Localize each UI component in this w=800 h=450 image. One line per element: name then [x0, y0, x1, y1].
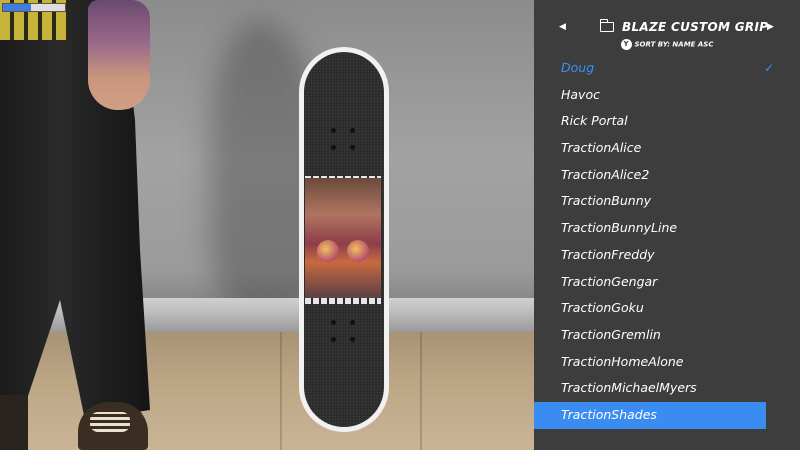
grip-list-item[interactable]: TractionAlice2 — [534, 162, 800, 189]
grip-item-label: TractionFreddy — [561, 246, 655, 262]
grip-item-label: TractionMichaelMyers — [561, 380, 697, 396]
truck-bolt — [350, 320, 355, 325]
hud-meter-fill — [3, 4, 31, 11]
grip-logo-strip — [305, 298, 381, 304]
sunglasses-lens — [347, 240, 369, 262]
sort-control[interactable]: Y SORT BY: NAME ASC — [534, 39, 800, 53]
grip-list-item[interactable]: TractionFreddy — [534, 242, 800, 269]
grip-list-item[interactable]: TractionGengar — [534, 269, 800, 296]
panel-header: ◀ BLAZE CUSTOM GRIP ▶ — [534, 14, 800, 40]
grip-item-label: TractionAlice2 — [561, 166, 650, 182]
grip-item-label: TractionGremlin — [561, 326, 661, 342]
grip-item-label: Rick Portal — [561, 113, 628, 129]
grip-list-item[interactable]: TractionBunny — [534, 188, 800, 215]
game-viewport — [0, 0, 534, 450]
grip-list-item[interactable]: Havoc — [534, 82, 800, 109]
shoe-laces — [90, 412, 130, 432]
grip-list-item[interactable]: TractionGremlin — [534, 322, 800, 349]
grip-list-item[interactable]: TractionShades — [534, 401, 766, 429]
chevron-left-icon[interactable]: ◀ — [559, 14, 566, 40]
truck-bolt — [331, 320, 336, 325]
grip-artwork-shades — [305, 178, 381, 298]
grip-list-item[interactable]: TractionGoku — [534, 295, 800, 322]
grip-item-label: TractionHomeAlone — [561, 353, 684, 369]
grip-item-label: Doug — [561, 60, 595, 75]
grip-list-item[interactable]: TractionMichaelMyers — [534, 375, 800, 402]
grip-list-item[interactable]: Doug ✓ — [534, 55, 800, 82]
grip-list-item[interactable]: TractionAlice — [534, 135, 800, 162]
truck-bolt — [350, 145, 355, 150]
floor-seam — [280, 332, 282, 450]
skater-shoe-left — [0, 395, 28, 450]
floor-seam — [420, 332, 422, 450]
sort-label: SORT BY: NAME ASC — [634, 40, 714, 49]
truck-bolt — [331, 128, 336, 133]
grip-item-label: TractionAlice — [561, 140, 642, 156]
category-title: BLAZE CUSTOM GRIP — [622, 20, 769, 34]
grip-item-label: TractionShades — [561, 406, 657, 422]
folder-icon — [599, 19, 614, 32]
chevron-right-icon[interactable]: ▶ — [767, 14, 774, 40]
grip-list-item[interactable]: Rick Portal — [534, 108, 800, 135]
grip-item-label: Havoc — [561, 86, 600, 102]
truck-bolt — [350, 337, 355, 342]
truck-bolt — [350, 128, 355, 133]
truck-bolt — [331, 337, 336, 342]
y-button-icon: Y — [620, 39, 632, 50]
grip-selection-panel: ◀ BLAZE CUSTOM GRIP ▶ Y SORT BY: NAME ASC… — [534, 0, 800, 450]
truck-bolt — [331, 145, 336, 150]
grip-item-label: TractionBunny — [561, 193, 652, 209]
sunglasses-lens — [317, 240, 339, 262]
skater-tattooed-hand — [88, 0, 150, 110]
grip-list-item[interactable]: TractionBunnyLine — [534, 215, 800, 242]
hud-meter — [2, 3, 66, 12]
grip-list: Doug ✓ Havoc Rick Portal TractionAlice Tracti… — [534, 55, 800, 429]
grip-item-label: TractionGoku — [561, 300, 644, 316]
grip-item-label: TractionGengar — [561, 273, 658, 289]
grip-list-item[interactable]: TractionHomeAlone — [534, 349, 800, 376]
checkmark-icon: ✓ — [764, 61, 775, 75]
grip-item-label: TractionBunnyLine — [561, 220, 678, 236]
